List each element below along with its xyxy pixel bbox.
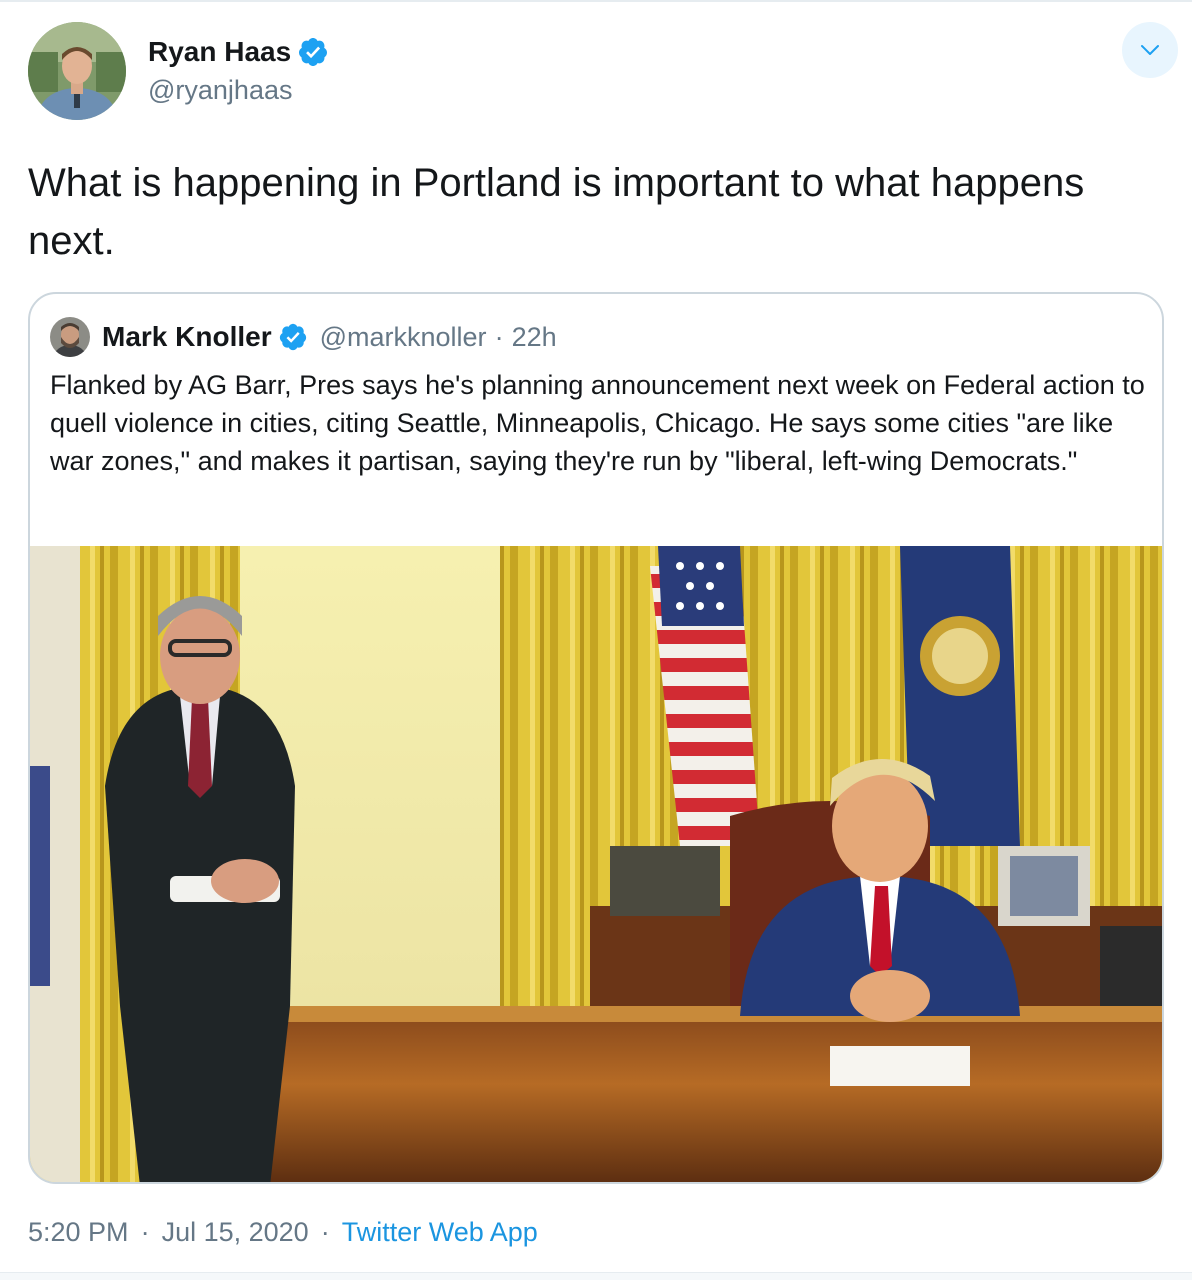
verified-badge-icon — [279, 323, 306, 351]
tweet-footer: 5:20 PM · Jul 15, 2020 · Twitter Web App — [28, 1212, 538, 1252]
quoted-tweet-card[interactable]: Mark Knoller @markknoller · 22h Flanked … — [28, 292, 1164, 1184]
author-avatar[interactable] — [28, 22, 126, 120]
author-display-name[interactable]: Ryan Haas — [148, 36, 291, 68]
author-name-row: Ryan Haas — [148, 32, 329, 72]
tweet-source-link[interactable]: Twitter Web App — [342, 1217, 538, 1248]
footer-separator: · — [140, 1216, 150, 1247]
author-handle[interactable]: @ryanjhaas — [148, 75, 292, 106]
footer-separator: · — [320, 1216, 330, 1247]
tweet-date[interactable]: Jul 15, 2020 — [162, 1217, 309, 1248]
tweet-time[interactable]: 5:20 PM — [28, 1217, 129, 1248]
quoted-author-avatar — [50, 317, 90, 357]
tweet-options-button[interactable] — [1122, 22, 1178, 78]
quoted-tweet-header: Mark Knoller @markknoller · 22h — [50, 316, 557, 358]
quoted-separator: · — [494, 321, 504, 352]
quoted-timestamp: 22h — [511, 321, 557, 352]
attached-photo[interactable] — [30, 546, 1164, 1184]
user-avatar-icon — [50, 317, 90, 357]
top-divider — [0, 0, 1192, 2]
bottom-divider — [0, 1272, 1192, 1280]
quoted-author-handle: @markknoller — [319, 321, 487, 352]
quoted-author-display-name: Mark Knoller — [102, 321, 272, 352]
chevron-down-icon — [1141, 45, 1159, 55]
verified-badge-icon — [299, 38, 328, 66]
tweet-text: What is happening in Portland is importa… — [28, 161, 1085, 263]
quoted-tweet-text: Flanked by AG Barr, Pres says he's plann… — [50, 370, 1145, 476]
user-avatar-icon — [28, 22, 126, 120]
